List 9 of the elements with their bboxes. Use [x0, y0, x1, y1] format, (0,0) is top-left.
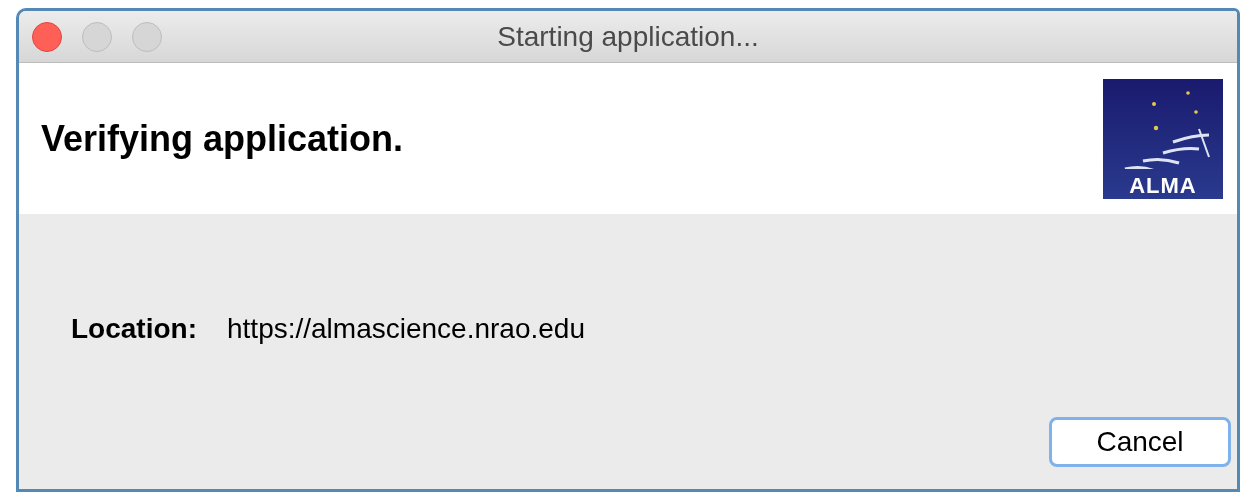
location-value: https://almascience.nrao.edu [227, 312, 585, 346]
window-title: Starting application... [497, 19, 759, 54]
logo-text: ALMA [1129, 174, 1197, 197]
cancel-button[interactable]: Cancel [1049, 417, 1231, 467]
dialog-heading: Verifying application. [41, 116, 404, 161]
minimize-window-button[interactable] [82, 21, 112, 52]
location-label: Location: [71, 312, 197, 346]
zoom-window-button[interactable] [132, 21, 162, 52]
close-window-button[interactable] [32, 21, 62, 52]
